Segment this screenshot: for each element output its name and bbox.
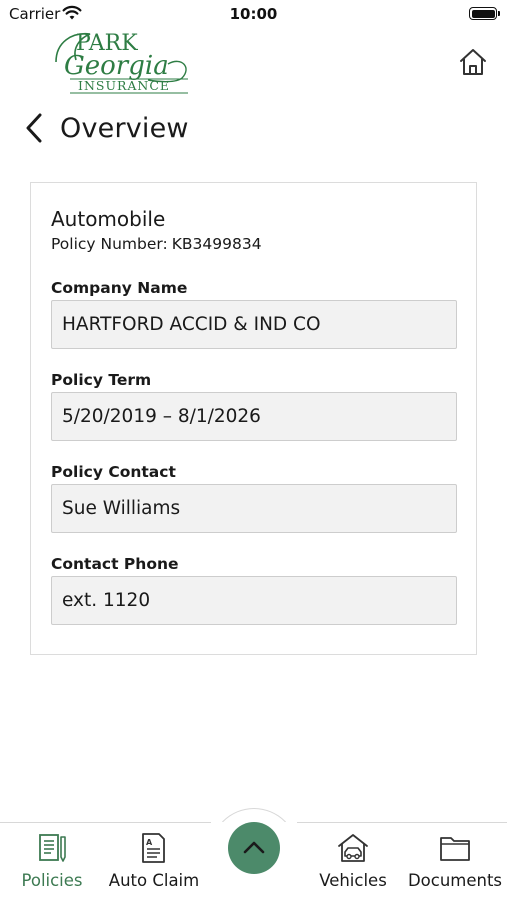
tab-label: Documents bbox=[407, 871, 503, 890]
tab-label: Policies bbox=[21, 871, 83, 890]
logo-line2: Georgia bbox=[64, 51, 169, 81]
policy-number-label: Policy Number: bbox=[51, 235, 168, 253]
policy-type-title: Automobile bbox=[51, 207, 166, 231]
chevron-left-icon[interactable] bbox=[22, 110, 48, 146]
policy-contact-field: Policy Contact Sue Williams bbox=[51, 461, 457, 533]
contact-phone-value[interactable]: ext. 1120 bbox=[51, 576, 457, 625]
svg-text:A: A bbox=[146, 838, 153, 847]
policy-number: Policy Number: KB3499834 bbox=[51, 235, 262, 253]
logo-line3: INSURANCE bbox=[78, 78, 170, 93]
park-georgia-insurance-logo: PARK Georgia INSURANCE bbox=[55, 31, 188, 94]
policy-card: Automobile Policy Number: KB3499834 Compa… bbox=[30, 182, 477, 655]
tab-documents[interactable]: Documents bbox=[406, 823, 504, 900]
policy-term-field: Policy Term 5/20/2019 – 8/1/2026 bbox=[51, 369, 457, 441]
company-name-value[interactable]: HARTFORD ACCID & IND CO bbox=[51, 300, 457, 349]
company-name-field: Company Name HARTFORD ACCID & IND CO bbox=[51, 277, 457, 349]
clock: 10:00 bbox=[229, 5, 278, 23]
policy-contact-value[interactable]: Sue Williams bbox=[51, 484, 457, 533]
policy-number-value: KB3499834 bbox=[171, 235, 262, 253]
auto-claim-icon: A bbox=[142, 833, 165, 863]
tab-auto-claim[interactable]: A Auto Claim bbox=[108, 823, 200, 900]
battery-icon bbox=[469, 7, 500, 20]
home-button[interactable] bbox=[455, 44, 491, 80]
home-icon bbox=[460, 49, 486, 75]
tab-vehicles[interactable]: Vehicles bbox=[316, 823, 390, 900]
field-label: Contact Phone bbox=[51, 555, 179, 573]
tab-label: Vehicles bbox=[319, 871, 387, 890]
vehicles-icon bbox=[338, 834, 368, 862]
contact-phone-field: Contact Phone ext. 1120 bbox=[51, 553, 457, 625]
policies-icon bbox=[39, 834, 66, 862]
tab-label: Auto Claim bbox=[108, 871, 200, 890]
page-title: Overview bbox=[60, 112, 189, 144]
field-label: Policy Term bbox=[51, 371, 152, 389]
chevron-up-icon bbox=[243, 841, 265, 854]
status-bar: Carrier 10:00 bbox=[0, 0, 507, 28]
field-label: Company Name bbox=[51, 279, 188, 297]
back-navigation[interactable]: Overview bbox=[22, 108, 189, 148]
documents-icon bbox=[440, 837, 470, 861]
policy-term-value[interactable]: 5/20/2019 – 8/1/2026 bbox=[51, 392, 457, 441]
field-label: Policy Contact bbox=[51, 463, 176, 481]
expand-menu-button[interactable] bbox=[228, 822, 280, 874]
tab-policies[interactable]: Policies bbox=[18, 823, 86, 900]
